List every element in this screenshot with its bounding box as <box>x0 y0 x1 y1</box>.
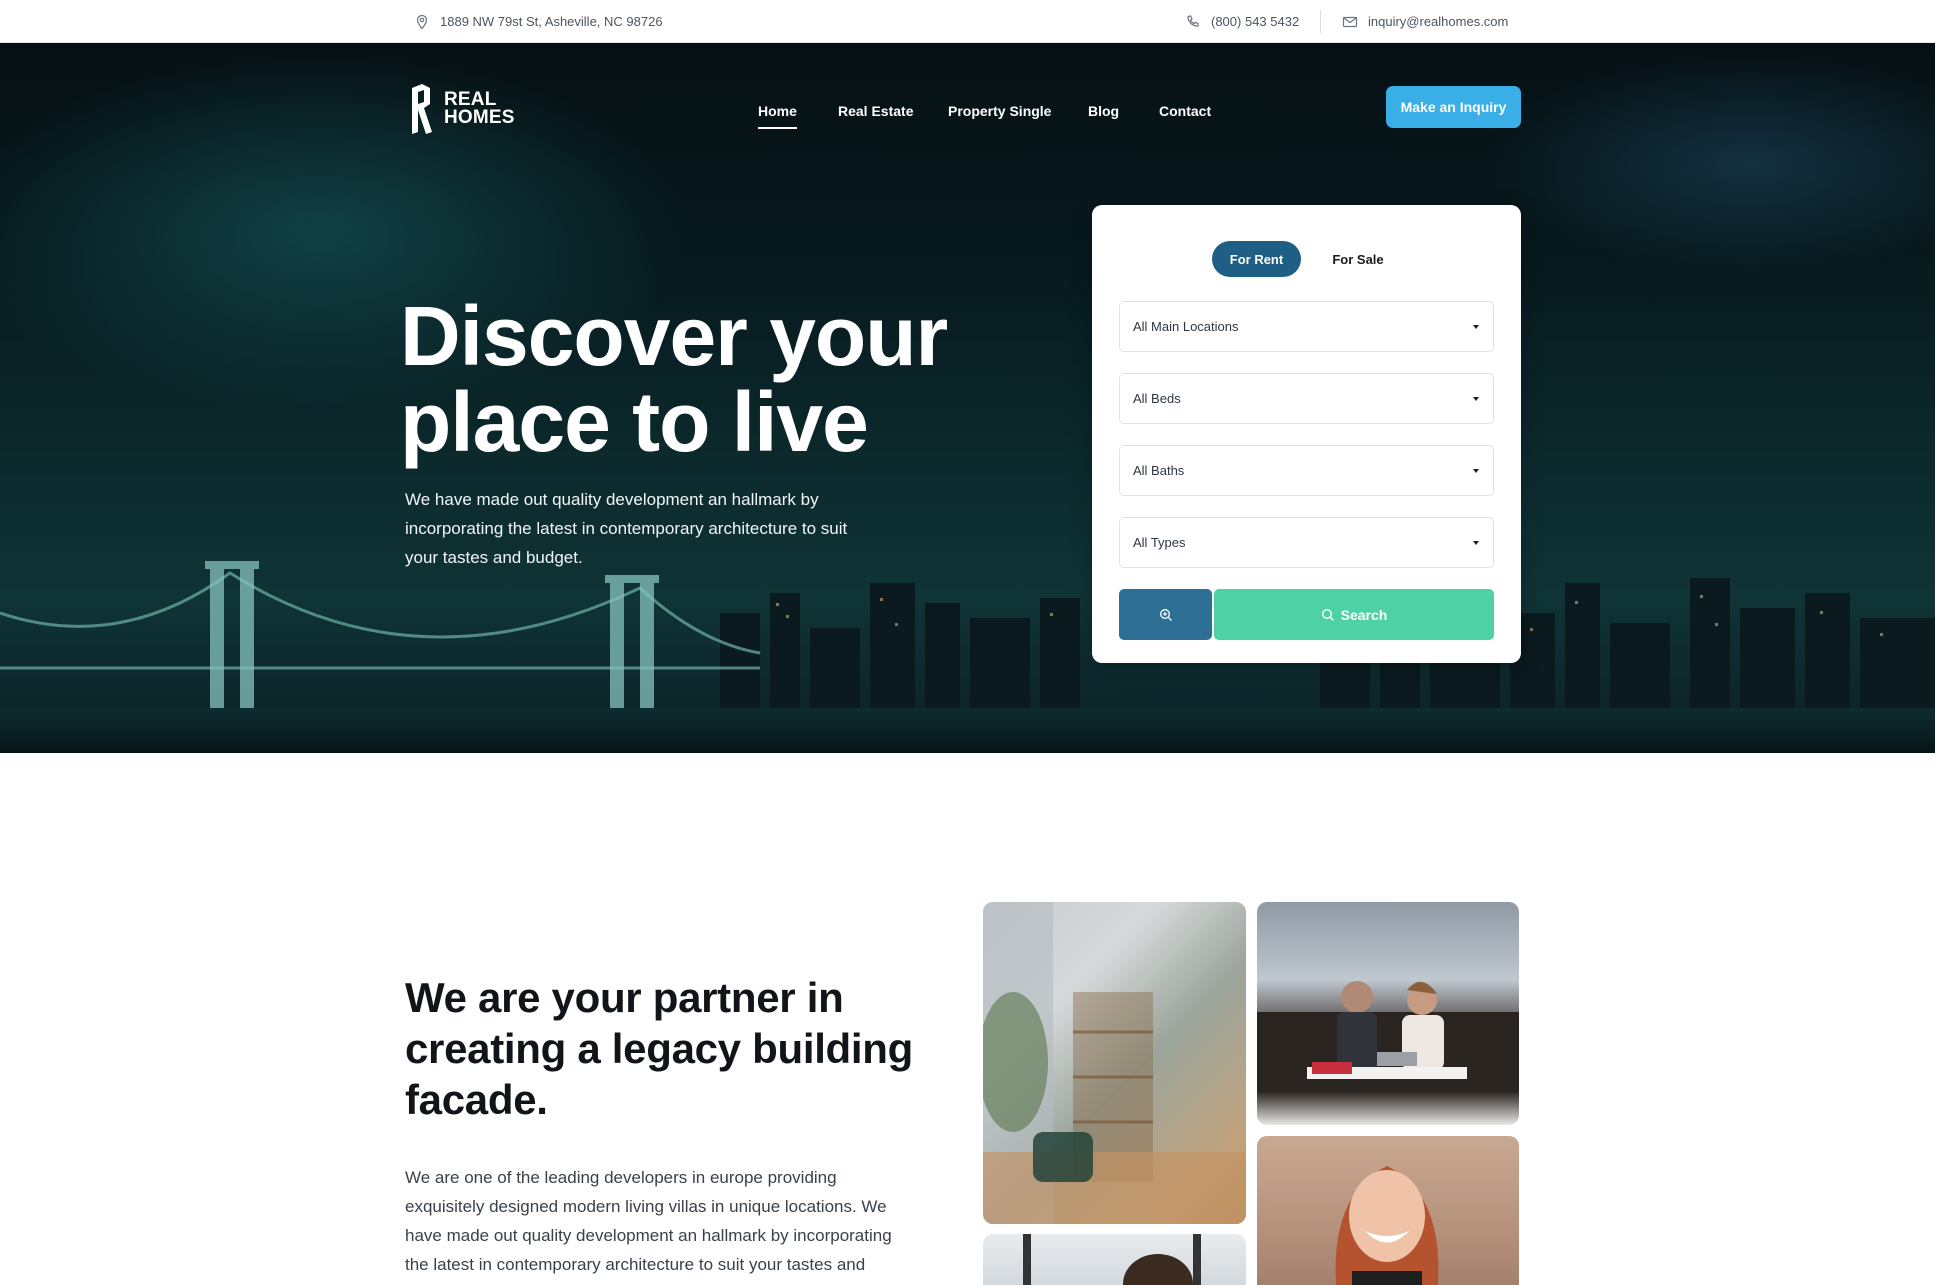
workspace-photo <box>983 1234 1246 1285</box>
nav-real-estate[interactable]: Real Estate <box>838 103 913 119</box>
hero-title-line-1: Discover your <box>400 289 948 383</box>
city-skyline-image <box>0 561 1935 753</box>
hero-lead: We have made out quality development an … <box>405 490 848 567</box>
advanced-search-button[interactable] <box>1119 589 1212 640</box>
make-inquiry-button[interactable]: Make an Inquiry <box>1386 86 1521 128</box>
hero-title: Discover your place to live <box>400 293 960 465</box>
nav-blog[interactable]: Blog <box>1088 103 1119 119</box>
logo-mark-icon <box>412 84 432 134</box>
tab-for-sale[interactable]: For Sale <box>1313 241 1403 277</box>
beds-select[interactable]: All Beds <box>1119 373 1494 424</box>
mail-icon <box>1342 16 1358 27</box>
location-select-value: All Main Locations <box>1133 319 1239 334</box>
topbar-divider <box>1320 10 1321 33</box>
chevron-down-icon <box>1473 325 1479 329</box>
map-pin-icon <box>416 14 428 29</box>
chevron-down-icon <box>1473 541 1479 545</box>
email-text[interactable]: inquiry@realhomes.com <box>1368 14 1508 29</box>
nav-property-single[interactable]: Property Single <box>948 103 1051 119</box>
search-button[interactable]: Search <box>1214 589 1494 640</box>
types-select[interactable]: All Types <box>1119 517 1494 568</box>
search-icon <box>1321 608 1334 621</box>
beds-select-value: All Beds <box>1133 391 1181 406</box>
address-item: 1889 NW 79st St, Asheville, NC 98726 <box>414 0 663 43</box>
chevron-down-icon <box>1473 469 1479 473</box>
baths-select-value: All Baths <box>1133 463 1185 478</box>
top-bar: 1889 NW 79st St, Asheville, NC 98726 (80… <box>0 0 1935 43</box>
meeting-photo <box>1257 902 1519 1125</box>
email-item[interactable]: inquiry@realhomes.com <box>1342 0 1508 43</box>
tab-for-rent[interactable]: For Rent <box>1212 241 1301 277</box>
portrait-photo <box>1257 1136 1519 1285</box>
listing-type-tabs: For Rent For Sale <box>1092 241 1521 277</box>
site-logo[interactable]: REAL HOMES <box>408 81 515 137</box>
phone-item[interactable]: (800) 543 5432 <box>1185 0 1299 43</box>
location-select[interactable]: All Main Locations <box>1119 301 1494 352</box>
about-body: We are one of the leading developers in … <box>405 1168 892 1274</box>
about-heading: We are your partner in creating a legacy… <box>405 974 913 1123</box>
baths-select[interactable]: All Baths <box>1119 445 1494 496</box>
logo-line-2: HOMES <box>444 107 515 128</box>
nav-home[interactable]: Home <box>758 103 797 129</box>
nav-contact[interactable]: Contact <box>1159 103 1211 119</box>
office-interior-photo <box>983 902 1246 1224</box>
zoom-in-icon <box>1159 608 1172 621</box>
hero-title-line-2: place to live <box>400 375 869 469</box>
address-text: 1889 NW 79st St, Asheville, NC 98726 <box>440 14 663 29</box>
property-search-panel: For Rent For Sale All Main Locations All… <box>1092 205 1521 663</box>
chevron-down-icon <box>1473 397 1479 401</box>
hero-section: REAL HOMES Home Real Estate Property Sin… <box>0 43 1935 753</box>
types-select-value: All Types <box>1133 535 1186 550</box>
search-button-label: Search <box>1340 606 1388 623</box>
phone-icon <box>1187 14 1199 27</box>
phone-text[interactable]: (800) 543 5432 <box>1211 14 1299 29</box>
